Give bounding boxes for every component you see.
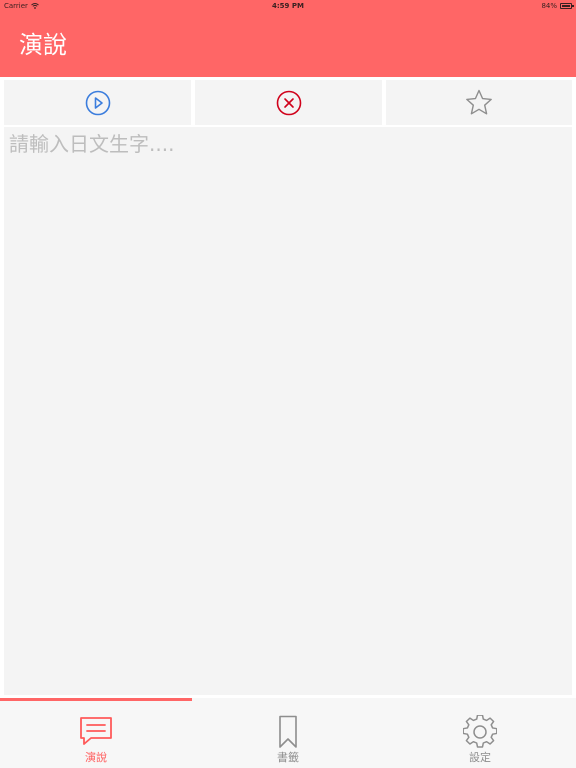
star-icon <box>466 89 492 115</box>
nav-header: Carrier 4:59 PM 84% 演說 <box>0 0 576 77</box>
action-toolbar <box>0 77 576 125</box>
status-battery: 84% <box>541 0 574 12</box>
tab-speech[interactable]: 演說 <box>0 701 192 768</box>
play-circle-icon <box>85 90 110 115</box>
close-circle-icon <box>276 90 301 115</box>
app-window: Carrier 4:59 PM 84% 演說 請輸入日文生字.... 演說 書籤… <box>0 0 576 768</box>
battery-icon <box>560 3 574 9</box>
play-button[interactable] <box>4 80 191 125</box>
favorite-button[interactable] <box>386 80 572 125</box>
japanese-word-input[interactable] <box>4 127 572 695</box>
tab-bookmarks-label: 書籤 <box>277 751 299 764</box>
battery-percent: 84% <box>541 2 557 10</box>
status-bar: Carrier 4:59 PM 84% <box>0 0 576 12</box>
page-title: 演說 <box>19 31 67 59</box>
status-time: 4:59 PM <box>272 2 304 10</box>
bookmark-icon <box>270 715 306 749</box>
tab-bookmarks[interactable]: 書籤 <box>192 701 384 768</box>
tab-settings-label: 設定 <box>469 751 491 764</box>
speech-bubble-icon <box>78 715 114 749</box>
clear-button[interactable] <box>195 80 382 125</box>
tab-settings[interactable]: 設定 <box>384 701 576 768</box>
gear-icon <box>462 715 498 749</box>
tab-bar: 演說 書籤 設定 <box>0 698 576 768</box>
tab-speech-label: 演說 <box>85 751 107 764</box>
